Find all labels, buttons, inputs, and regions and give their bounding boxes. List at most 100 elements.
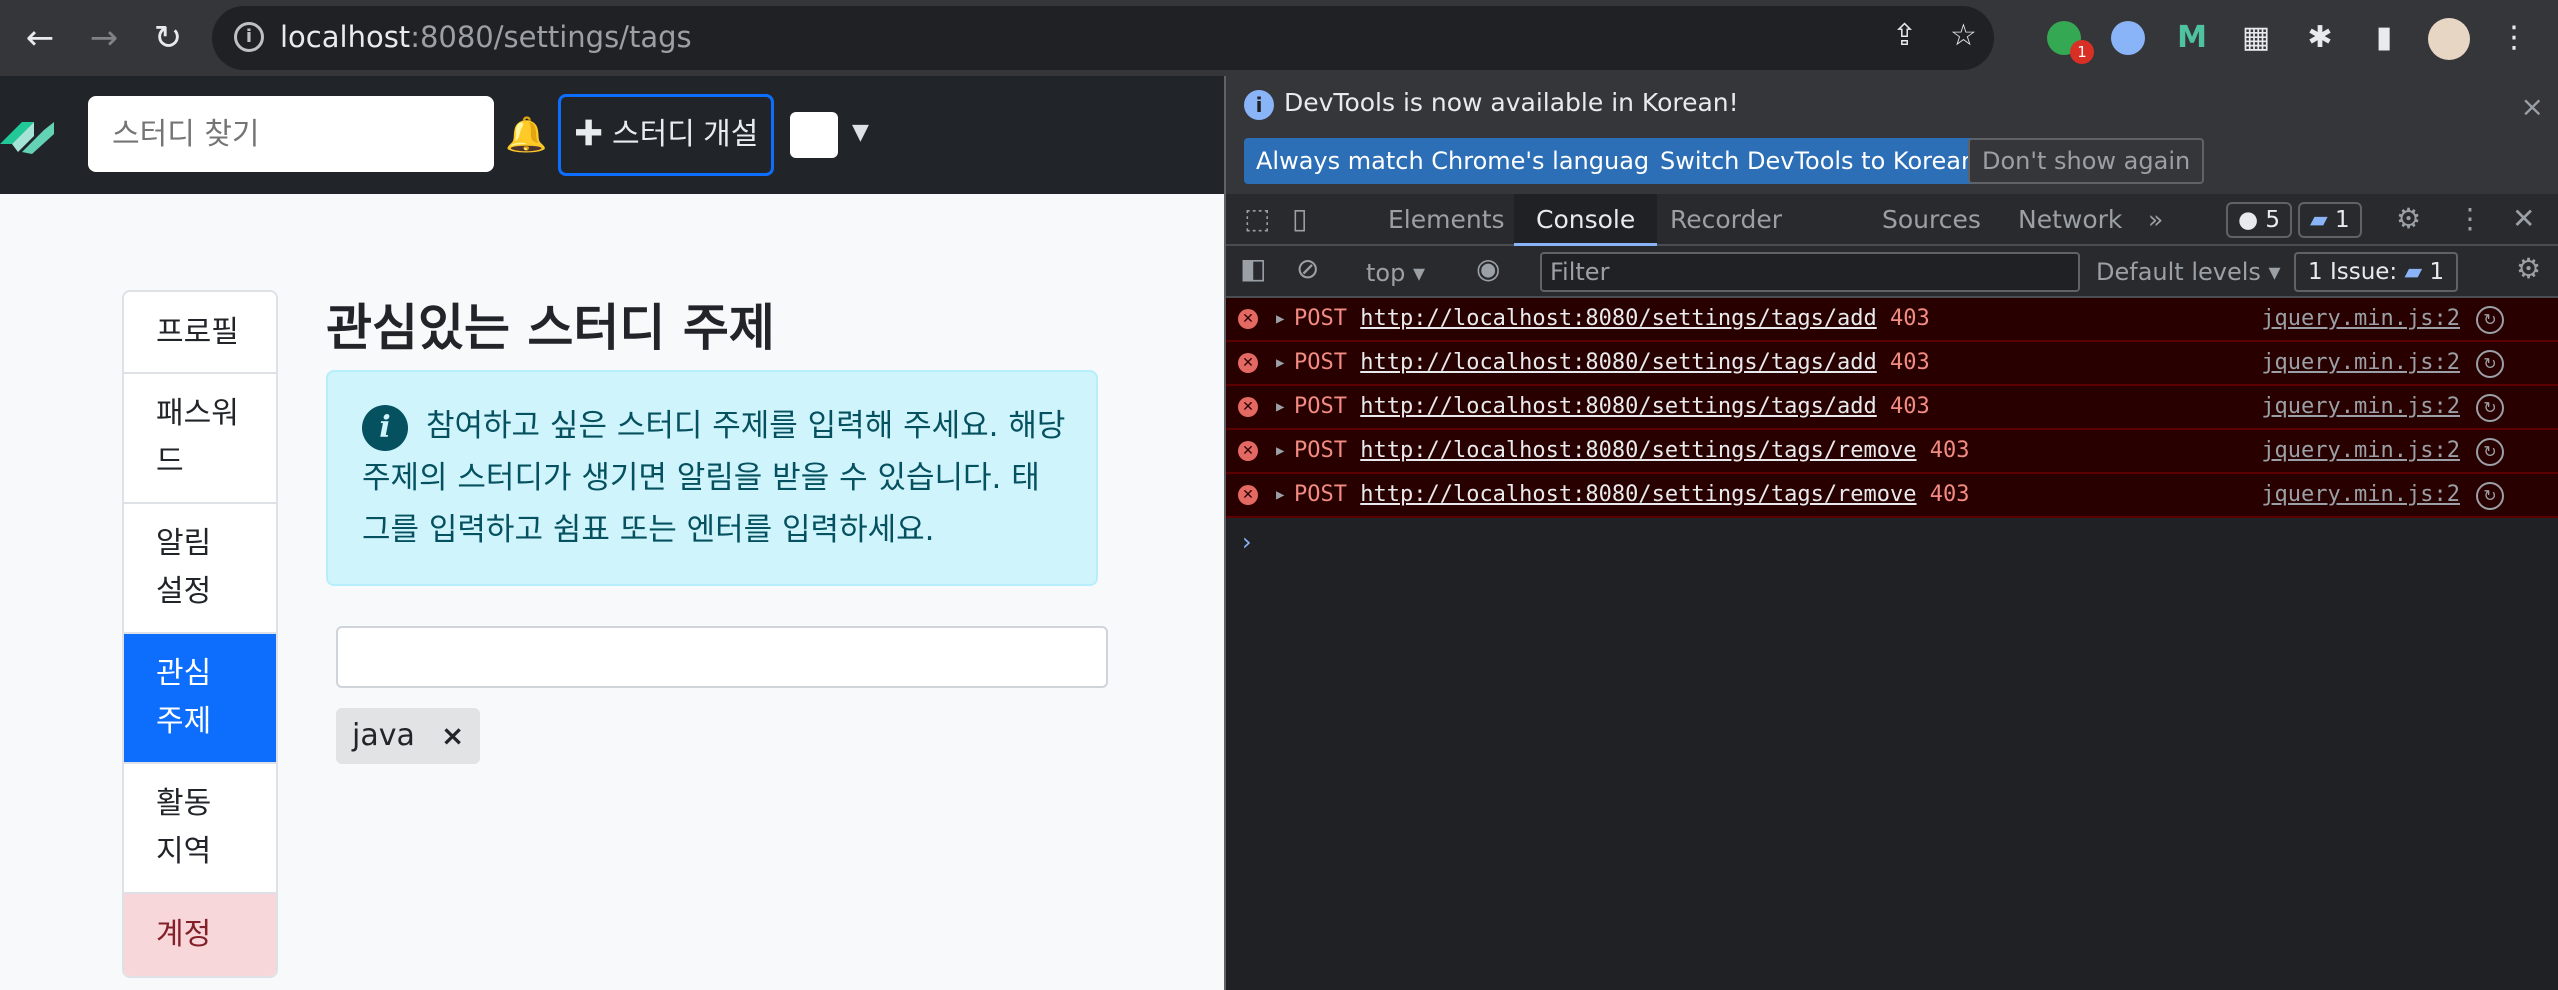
console-error-row[interactable]: ✕ ▶ POST http://localhost:8080/settings/ta…	[1226, 430, 2558, 474]
back-arrow-icon[interactable]: ←	[16, 14, 64, 62]
puzzle-extensions-icon[interactable]: ✱	[2300, 18, 2340, 58]
log-url-link[interactable]: http://localhost:8080/settings/tags/add	[1360, 350, 1877, 375]
console-settings-gear-icon[interactable]: ⚙	[2516, 252, 2541, 286]
sidebar-toggle-icon[interactable]: ◧	[1240, 252, 1266, 286]
tab-console[interactable]: Console	[1514, 194, 1658, 246]
bell-notification-icon[interactable]: 🔔	[505, 112, 547, 158]
open-study-button[interactable]: ✚ 스터디 개설	[558, 94, 774, 176]
error-x-icon: ✕	[1238, 485, 1258, 505]
network-request-icon[interactable]: ↻	[2476, 394, 2504, 422]
dont-show-again-button[interactable]: Don't show again	[1968, 138, 2205, 184]
search-input[interactable]	[88, 96, 494, 172]
tag-remove-button[interactable]: ×	[441, 719, 464, 752]
network-request-icon[interactable]: ↻	[2476, 438, 2504, 466]
close-icon[interactable]: ×	[2521, 90, 2544, 123]
log-url-link[interactable]: http://localhost:8080/settings/tags/add	[1360, 394, 1877, 419]
alert-text: 참여하고 싶은 스터디 주제를 입력해 주세요. 해당 주제의 스터디가 생기면…	[362, 408, 1066, 548]
kebab-menu-icon[interactable]: ⋮	[2456, 202, 2484, 236]
devtools-panel: i DevTools is now available in Korean! ×…	[1224, 76, 2558, 990]
console-error-row[interactable]: ✕ ▶ POST http://localhost:8080/settings/ta…	[1226, 386, 2558, 430]
issues-button[interactable]: 1 Issue: ▰ 1	[2294, 252, 2459, 292]
sidebar-item-account[interactable]: 계정	[124, 894, 276, 976]
site-info-icon[interactable]: i	[234, 22, 264, 52]
extension-icon[interactable]	[2108, 18, 2148, 58]
devtools-tab-bar: ⬚ ▯ Elements Console Recorder Sources Ne…	[1226, 194, 2558, 246]
log-status: 403	[1890, 350, 1930, 375]
reload-icon[interactable]: ↻	[144, 14, 192, 62]
bookmark-star-icon[interactable]: ☆	[1950, 16, 1977, 56]
clear-console-icon[interactable]: ⊘	[1296, 252, 1319, 286]
error-count: 5	[2265, 207, 2281, 233]
log-status: 403	[1929, 438, 1970, 463]
caret-down-icon[interactable]: ▼	[852, 120, 869, 145]
filter-input[interactable]: Filter	[1540, 252, 2080, 292]
network-request-icon[interactable]: ↻	[2476, 482, 2504, 510]
context-label: top	[1366, 259, 1406, 287]
infobar-message: DevTools is now available in Korean!	[1284, 88, 1739, 117]
network-request-icon[interactable]: ↻	[2476, 350, 2504, 378]
log-method: POST	[1294, 306, 1347, 331]
sidebar-item-profile[interactable]: 프로필	[124, 292, 276, 374]
log-source-link[interactable]: jquery.min.js:2	[2261, 342, 2460, 384]
expand-triangle-icon[interactable]: ▶	[1276, 386, 1284, 428]
more-tabs-icon[interactable]: »	[2126, 194, 2185, 246]
device-toolbar-icon[interactable]: ▯	[1292, 202, 1307, 236]
tab-recorder[interactable]: Recorder	[1648, 194, 1804, 246]
issue-count: 1	[2335, 207, 2350, 233]
log-levels-dropdown[interactable]: Default levels ▾	[2096, 254, 2281, 290]
log-status: 403	[1890, 306, 1930, 331]
console-prompt[interactable]: ›	[1242, 528, 1252, 556]
log-message: POST http://localhost:8080/settings/tags…	[1294, 298, 1930, 340]
tab-elements[interactable]: Elements	[1366, 194, 1527, 246]
settings-gear-icon[interactable]: ⚙	[2396, 202, 2421, 236]
network-request-icon[interactable]: ↻	[2476, 306, 2504, 334]
expand-triangle-icon[interactable]: ▶	[1276, 474, 1284, 516]
log-status: 403	[1890, 394, 1930, 419]
url-text[interactable]: localhost:8080/settings/tags	[280, 20, 692, 54]
address-bar[interactable]: i localhost:8080/settings/tags ⇪ ☆	[212, 6, 1994, 70]
switch-korean-button[interactable]: Switch DevTools to Korean	[1648, 138, 1989, 184]
match-language-button[interactable]: Always match Chrome's language	[1244, 138, 1676, 184]
expand-triangle-icon[interactable]: ▶	[1276, 430, 1284, 472]
sidebar-item-tags[interactable]: 관심 주제	[124, 634, 276, 764]
inspect-element-icon[interactable]: ⬚	[1244, 202, 1270, 236]
avatar[interactable]	[790, 112, 838, 158]
profile-avatar[interactable]	[2428, 18, 2472, 60]
console-error-row[interactable]: ✕ ▶ POST http://localhost:8080/settings/ta…	[1226, 298, 2558, 342]
log-source-link[interactable]: jquery.min.js:2	[2261, 298, 2460, 340]
console-error-row[interactable]: ✕ ▶ POST http://localhost:8080/settings/ta…	[1226, 474, 2558, 518]
log-url-link[interactable]: http://localhost:8080/settings/tags/remo…	[1360, 482, 1916, 507]
eye-live-expression-icon[interactable]: ◉	[1476, 252, 1500, 286]
error-count-badge[interactable]: ● 5	[2226, 202, 2293, 238]
issue-count-badge[interactable]: ▰ 1	[2298, 202, 2362, 238]
browser-toolbar: ← → ↻ i localhost:8080/settings/tags ⇪ ☆…	[0, 0, 2558, 76]
expand-triangle-icon[interactable]: ▶	[1276, 342, 1284, 384]
tab-sources[interactable]: Sources	[1860, 194, 2003, 246]
console-error-row[interactable]: ✕ ▶ POST http://localhost:8080/settings/ta…	[1226, 342, 2558, 386]
site-logo[interactable]	[0, 108, 56, 164]
sidebar-item-notifications[interactable]: 알림 설정	[124, 504, 276, 634]
extension-icon[interactable]: 1	[2044, 18, 2094, 64]
sidebar-item-zones[interactable]: 활동 지역	[124, 764, 276, 894]
log-url-link[interactable]: http://localhost:8080/settings/tags/remo…	[1360, 438, 1916, 463]
side-panel-icon[interactable]: ▮	[2364, 18, 2404, 58]
qr-code-icon[interactable]: ▦	[2236, 18, 2276, 58]
info-icon: i	[1244, 90, 1274, 120]
close-devtools-icon[interactable]: ✕	[2512, 202, 2535, 236]
expand-triangle-icon[interactable]: ▶	[1276, 298, 1284, 340]
devtools-language-infobar: i DevTools is now available in Korean! ×…	[1226, 76, 2558, 194]
extension-icon[interactable]: M	[2172, 18, 2212, 58]
log-source-link[interactable]: jquery.min.js:2	[2261, 430, 2460, 472]
tag-input[interactable]	[336, 626, 1108, 688]
forward-arrow-icon[interactable]: →	[80, 14, 128, 62]
console-log: ✕ ▶ POST http://localhost:8080/settings/ta…	[1226, 298, 2558, 518]
sidebar-item-password[interactable]: 패스워드	[124, 374, 276, 504]
context-selector[interactable]: top ▾	[1366, 256, 1425, 290]
log-source-link[interactable]: jquery.min.js:2	[2261, 386, 2460, 428]
log-source-link[interactable]: jquery.min.js:2	[2261, 474, 2460, 516]
log-url-link[interactable]: http://localhost:8080/settings/tags/add	[1360, 306, 1877, 331]
tab-network[interactable]: Network	[1996, 194, 2144, 246]
log-status: 403	[1929, 482, 1970, 507]
share-icon[interactable]: ⇪	[1892, 16, 1917, 56]
menu-kebab-icon[interactable]: ⋮	[2494, 18, 2534, 58]
